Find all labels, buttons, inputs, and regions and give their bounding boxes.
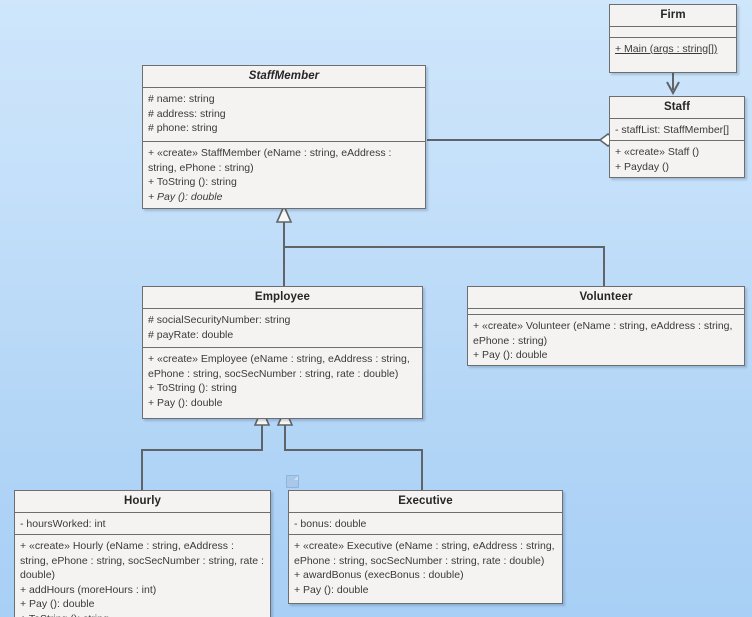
- edge-volunteer-to-staffmember: [284, 246, 605, 286]
- class-attribute: # socialSecurityNumber: string: [148, 314, 291, 326]
- class-box-staff[interactable]: Staff - staffList: StaffMember[] + «crea…: [609, 96, 745, 178]
- class-box-employee[interactable]: Employee # socialSecurityNumber: string …: [142, 286, 423, 419]
- class-operation: + «create» Hourly (eName : string, eAddr…: [20, 540, 264, 581]
- class-name-staffmember: StaffMember: [143, 66, 425, 88]
- class-operations-firm: + Main (args : string[]): [610, 38, 736, 72]
- edge-executive-to-employee: [284, 424, 423, 490]
- class-operations-staffmember: + «create» StaffMember (eName : string, …: [143, 142, 425, 208]
- class-attribute: - hoursWorked: int: [20, 518, 106, 530]
- arrow-open-firm-to-staff: [666, 81, 680, 96]
- class-operations-staff: + «create» Staff () + Payday (): [610, 141, 744, 177]
- class-operation: + Pay (): double: [148, 396, 223, 409]
- class-box-volunteer[interactable]: Volunteer + «create» Volunteer (eName : …: [467, 286, 745, 366]
- class-box-hourly[interactable]: Hourly - hoursWorked: int + «create» Hou…: [14, 490, 271, 617]
- diagram-canvas[interactable]: Firm + Main (args : string[]) Staff - st…: [0, 0, 752, 617]
- class-attributes-firm: [610, 27, 736, 38]
- class-name-volunteer: Volunteer: [468, 287, 744, 309]
- class-attributes-staff: - staffList: StaffMember[]: [610, 119, 744, 141]
- class-operation: + Pay (): double: [294, 583, 369, 596]
- class-operations-volunteer: + «create» Volunteer (eName : string, eA…: [468, 315, 744, 365]
- class-attributes-hourly: - hoursWorked: int: [15, 513, 270, 535]
- class-name-executive: Executive: [289, 491, 562, 513]
- class-attribute: - bonus: double: [294, 518, 367, 530]
- class-operation: + «create» Staff (): [615, 146, 700, 158]
- class-box-firm[interactable]: Firm + Main (args : string[]): [609, 4, 737, 73]
- class-attributes-staffmember: # name: string # address: string # phone…: [143, 88, 425, 142]
- class-box-executive[interactable]: Executive - bonus: double + «create» Exe…: [288, 490, 563, 604]
- class-operation: + «create» StaffMember (eName : string, …: [148, 147, 392, 174]
- class-attribute: # phone: string: [148, 122, 218, 134]
- class-operation: + Main (args : string[]): [615, 43, 718, 55]
- class-operation: + «create» Employee (eName : string, eAd…: [148, 353, 410, 380]
- class-attributes-employee: # socialSecurityNumber: string # payRate…: [143, 309, 422, 348]
- class-operations-hourly: + «create» Hourly (eName : string, eAddr…: [15, 535, 270, 617]
- class-attribute: # payRate: double: [148, 328, 234, 341]
- class-name-employee: Employee: [143, 287, 422, 309]
- class-attribute: - staffList: StaffMember[]: [615, 124, 729, 136]
- class-operation: + Pay (): double: [20, 598, 95, 610]
- class-operation-abstract: + Pay (): double: [148, 190, 223, 203]
- class-operation: + Payday (): [615, 160, 669, 173]
- class-box-staffmember[interactable]: StaffMember # name: string # address: st…: [142, 65, 426, 209]
- edge-hourly-to-employee: [141, 424, 263, 490]
- class-name-firm: Firm: [610, 5, 736, 27]
- note-handle-icon[interactable]: [286, 475, 299, 488]
- class-operations-employee: + «create» Employee (eName : string, eAd…: [143, 348, 422, 418]
- class-attribute: # name: string: [148, 93, 215, 105]
- class-operation: + ToString (): string: [20, 612, 265, 617]
- class-operation: + addHours (moreHours : int): [20, 583, 157, 596]
- class-operation: + Pay (): double: [473, 349, 548, 361]
- class-operations-executive: + «create» Executive (eName : string, eA…: [289, 535, 562, 603]
- class-operation: + «create» Volunteer (eName : string, eA…: [473, 320, 733, 347]
- class-attribute: # address: string: [148, 107, 226, 120]
- class-operation: + «create» Executive (eName : string, eA…: [294, 540, 555, 567]
- class-operation: + awardBonus (execBonus : double): [294, 569, 464, 581]
- class-operation: + ToString (): string: [148, 176, 237, 188]
- class-name-staff: Staff: [610, 97, 744, 119]
- class-attributes-executive: - bonus: double: [289, 513, 562, 535]
- class-name-hourly: Hourly: [15, 491, 270, 513]
- class-operation: + ToString (): string: [148, 382, 237, 394]
